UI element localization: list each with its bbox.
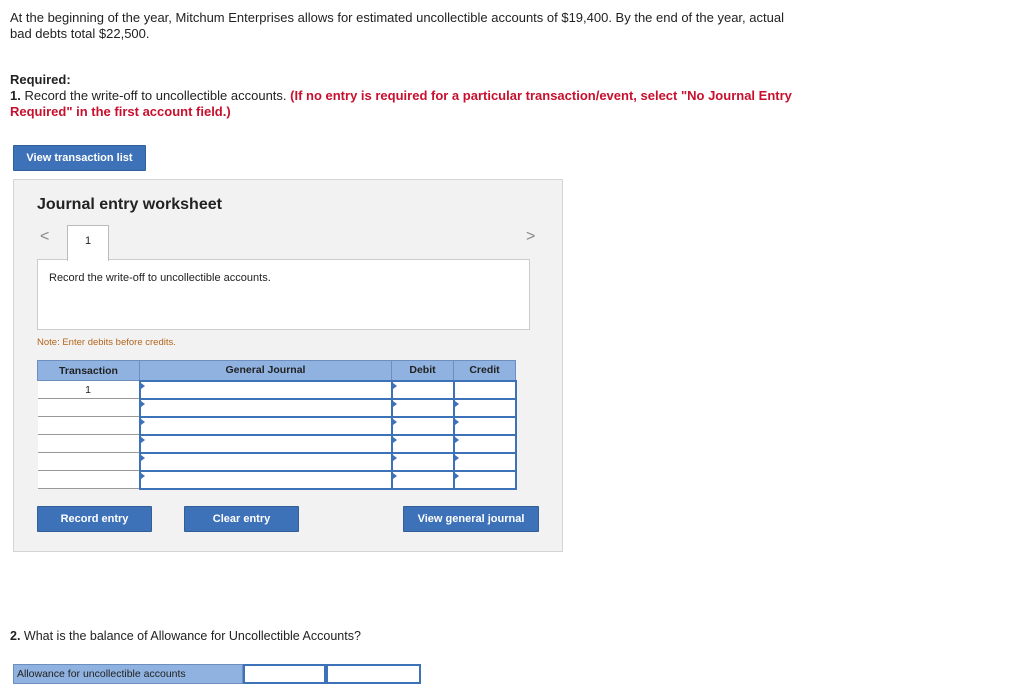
account-field[interactable] xyxy=(138,433,393,454)
view-transaction-list-button[interactable]: View transaction list xyxy=(13,145,146,171)
dropdown-marker-icon xyxy=(140,436,145,443)
dropdown-marker-icon xyxy=(454,418,459,425)
entry-description-text: Record the write-off to uncollectible ac… xyxy=(49,272,271,284)
dropdown-marker-icon xyxy=(392,400,397,407)
entry-description: Record the write-off to uncollectible ac… xyxy=(37,259,530,330)
dropdown-marker-icon xyxy=(140,418,145,425)
header-credit: Credit xyxy=(453,360,516,381)
debits-credits-note: Note: Enter debits before credits. xyxy=(37,337,176,348)
worksheet-title: Journal entry worksheet xyxy=(37,196,222,213)
next-arrow-icon[interactable]: > xyxy=(526,228,535,246)
question-2: 2. What is the balance of Allowance for … xyxy=(10,629,361,643)
header-transaction: Transaction xyxy=(37,360,140,381)
transaction-cell xyxy=(37,416,140,435)
allowance-balance-input[interactable] xyxy=(326,664,421,684)
credit-field[interactable] xyxy=(452,433,517,454)
table-row xyxy=(37,415,517,436)
journal-entry-worksheet: Journal entry worksheet < > 1 Record the… xyxy=(13,179,563,552)
account-field[interactable] xyxy=(138,379,393,400)
view-general-journal-button[interactable]: View general journal xyxy=(403,506,539,532)
account-field[interactable] xyxy=(138,469,393,490)
credit-field[interactable] xyxy=(452,451,517,472)
transaction-cell xyxy=(37,470,140,489)
credit-field[interactable] xyxy=(452,415,517,436)
credit-field[interactable] xyxy=(452,397,517,418)
dropdown-marker-icon xyxy=(392,436,397,443)
allowance-answer-row: Allowance for uncollectible accounts xyxy=(13,664,421,684)
dropdown-marker-icon xyxy=(454,400,459,407)
required-heading: Required: xyxy=(10,72,71,87)
account-field[interactable] xyxy=(138,415,393,436)
transaction-cell: 1 xyxy=(37,380,140,399)
table-row xyxy=(37,469,517,490)
record-entry-button[interactable]: Record entry xyxy=(37,506,152,532)
header-debit: Debit xyxy=(391,360,454,381)
dropdown-marker-icon xyxy=(454,454,459,461)
dropdown-marker-icon xyxy=(392,454,397,461)
allowance-label: Allowance for uncollectible accounts xyxy=(13,664,243,684)
problem-intro: At the beginning of the year, Mitchum En… xyxy=(10,10,784,41)
dropdown-marker-icon xyxy=(392,472,397,479)
requirement-1-text: Record the write-off to uncollectible ac… xyxy=(20,88,291,103)
requirement-1-number: 1. xyxy=(10,88,21,103)
clear-entry-button[interactable]: Clear entry xyxy=(184,506,299,532)
debit-field[interactable] xyxy=(390,415,455,436)
transaction-cell xyxy=(37,398,140,417)
account-field[interactable] xyxy=(138,451,393,472)
debit-field[interactable] xyxy=(390,433,455,454)
dropdown-marker-icon xyxy=(140,382,145,389)
dropdown-marker-icon xyxy=(454,472,459,479)
question-2-text: What is the balance of Allowance for Unc… xyxy=(20,629,361,643)
table-row: 1 xyxy=(37,379,517,400)
table-row xyxy=(37,451,517,472)
account-field[interactable] xyxy=(138,397,393,418)
debit-field[interactable] xyxy=(390,469,455,490)
table-row xyxy=(37,433,517,454)
credit-field[interactable] xyxy=(452,379,517,400)
journal-table: Transaction General Journal Debit Credit… xyxy=(37,360,517,490)
requirement-1: 1. Record the write-off to uncollectible… xyxy=(10,88,800,120)
dropdown-marker-icon xyxy=(140,472,145,479)
dropdown-marker-icon xyxy=(140,400,145,407)
debit-field[interactable] xyxy=(390,379,455,400)
transaction-cell xyxy=(37,452,140,471)
credit-field[interactable] xyxy=(452,469,517,490)
dropdown-marker-icon xyxy=(392,418,397,425)
dropdown-marker-icon xyxy=(454,436,459,443)
dropdown-marker-icon xyxy=(392,382,397,389)
prev-arrow-icon[interactable]: < xyxy=(40,228,49,246)
dropdown-marker-icon xyxy=(140,454,145,461)
debit-field[interactable] xyxy=(390,451,455,472)
transaction-cell xyxy=(37,434,140,453)
header-general-journal: General Journal xyxy=(139,360,392,381)
question-2-number: 2. xyxy=(10,629,21,643)
tab-entry-1[interactable]: 1 xyxy=(67,225,109,261)
allowance-input-1[interactable] xyxy=(243,664,326,684)
table-row xyxy=(37,397,517,418)
debit-field[interactable] xyxy=(390,397,455,418)
